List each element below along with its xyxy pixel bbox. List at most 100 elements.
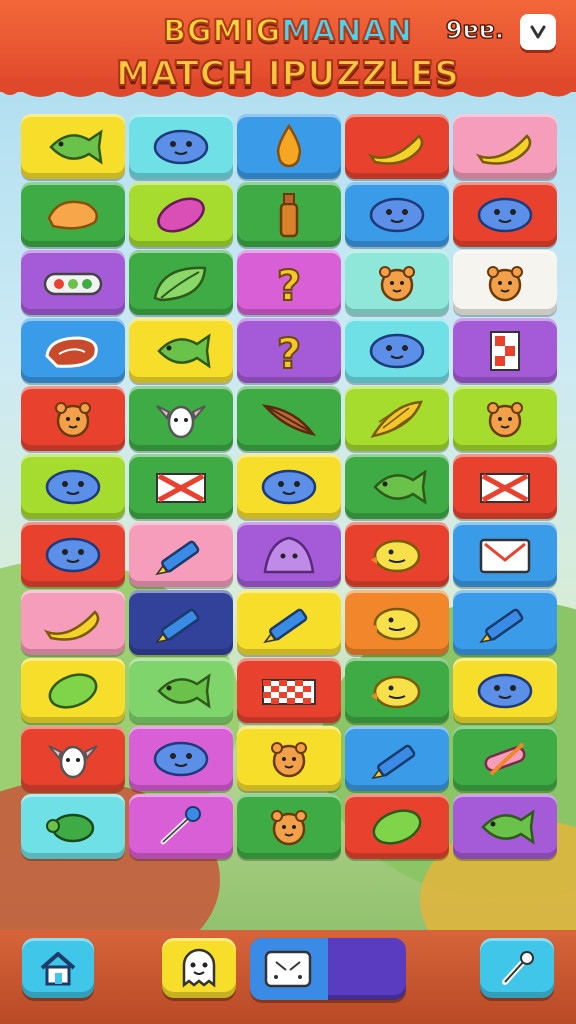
game-title: MATCH IPUZZLES — [115, 53, 460, 95]
board-tile[interactable] — [129, 726, 233, 791]
goat-icon — [156, 404, 206, 438]
home-icon — [40, 952, 76, 986]
board-tile[interactable] — [237, 726, 341, 791]
blob-icon — [369, 197, 425, 232]
board-tile[interactable] — [453, 318, 557, 383]
bear-icon — [271, 809, 307, 845]
board-tile[interactable] — [453, 726, 557, 791]
board-tile[interactable] — [237, 114, 341, 179]
home-button[interactable] — [22, 938, 94, 998]
board-tile[interactable] — [237, 522, 341, 587]
board-tile[interactable] — [237, 658, 341, 723]
fish-icon — [157, 672, 211, 709]
bear-icon — [487, 265, 523, 301]
board-tile[interactable] — [21, 794, 125, 859]
mango-icon — [47, 200, 98, 229]
board-tile[interactable] — [453, 386, 557, 451]
crayon-icon — [479, 608, 524, 643]
board-tile[interactable] — [21, 590, 125, 655]
steak-icon — [45, 335, 98, 368]
pause-button[interactable] — [520, 14, 556, 50]
board-tile[interactable]: ? — [237, 250, 341, 315]
card-icon — [479, 538, 531, 573]
board-tile[interactable] — [237, 590, 341, 655]
board-tile[interactable] — [21, 522, 125, 587]
game-title-top-a: BGMIG — [162, 13, 282, 50]
board-tile[interactable] — [21, 658, 125, 723]
fish-icon — [49, 128, 103, 165]
crayon-icon — [155, 608, 200, 643]
board-tile[interactable] — [129, 114, 233, 179]
board-tile[interactable] — [345, 726, 449, 791]
hint-button[interactable] — [480, 938, 554, 998]
drop-icon — [276, 123, 302, 167]
board-tile[interactable] — [453, 250, 557, 315]
crayon-icon — [155, 540, 200, 575]
question-icon: ? — [276, 328, 302, 376]
blob-icon — [153, 741, 209, 776]
banana-icon — [475, 133, 532, 165]
board-tile[interactable] — [129, 658, 233, 723]
chick-icon — [371, 675, 421, 708]
character-button[interactable] — [162, 938, 236, 998]
board-tile[interactable] — [21, 114, 125, 179]
board-tile[interactable] — [129, 182, 233, 247]
corn-icon — [370, 400, 423, 438]
wand-icon — [160, 805, 201, 844]
board-tile[interactable] — [21, 182, 125, 247]
banana-icon — [367, 133, 424, 165]
board-tile[interactable] — [129, 522, 233, 587]
board-tile[interactable] — [453, 114, 557, 179]
puzzle-board: ?? — [21, 114, 559, 864]
svg-text:?: ? — [277, 329, 301, 376]
board-tile[interactable] — [345, 658, 449, 723]
board-tile[interactable] — [237, 454, 341, 519]
game-title-top-b: MANAN — [280, 13, 413, 50]
board-tile[interactable] — [129, 454, 233, 519]
board-tile[interactable] — [345, 250, 449, 315]
bear-icon — [55, 401, 91, 437]
bear-icon — [487, 401, 523, 437]
board-tile[interactable] — [345, 386, 449, 451]
turtle-icon — [46, 813, 95, 842]
level-progress-bar — [250, 938, 406, 1000]
board-tile[interactable] — [345, 182, 449, 247]
board-tile[interactable] — [345, 794, 449, 859]
board-tile[interactable] — [453, 590, 557, 655]
board-tile[interactable] — [21, 454, 125, 519]
question-icon: ? — [276, 260, 302, 308]
board-tile[interactable] — [453, 182, 557, 247]
board-tile[interactable] — [129, 386, 233, 451]
board-tile[interactable] — [453, 454, 557, 519]
board-tile[interactable] — [345, 318, 449, 383]
board-tile[interactable] — [21, 386, 125, 451]
board-tile[interactable] — [21, 318, 125, 383]
board-tile[interactable] — [237, 794, 341, 859]
board-tile[interactable] — [453, 794, 557, 859]
board-tile[interactable] — [237, 386, 341, 451]
board-tile[interactable] — [453, 522, 557, 587]
board-icon — [264, 950, 312, 988]
board-tile[interactable] — [345, 522, 449, 587]
board-tile[interactable] — [345, 454, 449, 519]
board-tile[interactable] — [345, 590, 449, 655]
board-tile[interactable] — [21, 250, 125, 315]
board-tile[interactable] — [129, 250, 233, 315]
board-tile[interactable] — [345, 114, 449, 179]
pause-icon — [530, 25, 546, 39]
board-tile[interactable] — [237, 182, 341, 247]
blob-icon — [45, 469, 101, 504]
board-tile[interactable] — [21, 726, 125, 791]
board-tile[interactable] — [129, 590, 233, 655]
bear-icon — [379, 265, 415, 301]
score-counter: 9ɐɐ. — [445, 15, 505, 45]
board-tile[interactable] — [129, 318, 233, 383]
board-tile[interactable]: ? — [237, 318, 341, 383]
flag-icon — [490, 330, 520, 371]
fish-icon — [481, 808, 535, 845]
board-tile[interactable] — [129, 794, 233, 859]
goat-icon — [48, 744, 98, 778]
svg-text:?: ? — [277, 261, 301, 308]
board-tile[interactable] — [453, 658, 557, 723]
blob-icon — [261, 469, 317, 504]
